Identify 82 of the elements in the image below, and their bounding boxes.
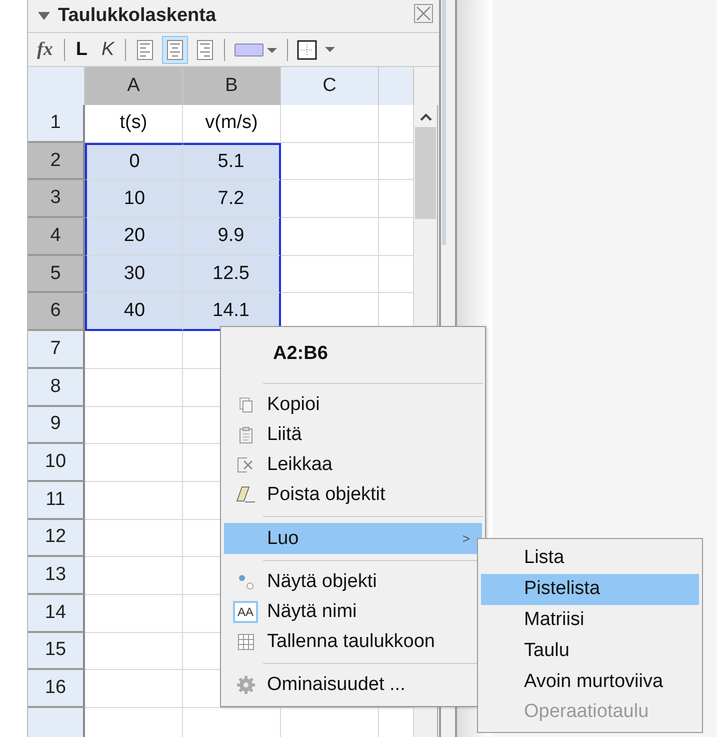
- panel-title: Taulukkolaskenta: [58, 5, 218, 27]
- table-cell[interactable]: 20: [85, 218, 183, 256]
- table-cell[interactable]: 30: [85, 256, 183, 294]
- table-cell[interactable]: 14.1: [183, 293, 281, 332]
- table-cell[interactable]: [85, 444, 183, 482]
- format-button[interactable]: fx: [32, 36, 58, 64]
- menu-item[interactable]: Avoin murtoviiva: [481, 666, 699, 697]
- format-button[interactable]: L: [70, 36, 92, 64]
- table-cell[interactable]: [85, 670, 183, 708]
- table-cell[interactable]: [379, 105, 414, 143]
- row-header[interactable]: 3: [28, 180, 85, 218]
- row-header[interactable]: 16: [28, 670, 85, 708]
- menu-item[interactable]: Liitä: [224, 420, 482, 450]
- table-cell[interactable]: [85, 632, 183, 670]
- table-cell[interactable]: 9.9: [183, 218, 281, 256]
- table-icon: [238, 634, 254, 650]
- corner-header[interactable]: [28, 67, 85, 105]
- table-cell[interactable]: v(m/s): [183, 105, 281, 143]
- table-cell[interactable]: [85, 482, 183, 520]
- menu-item[interactable]: Taulu: [481, 635, 699, 666]
- gear-icon: [236, 675, 256, 695]
- table-cell[interactable]: [379, 218, 414, 256]
- table-cell[interactable]: 40: [85, 293, 183, 332]
- table-cell[interactable]: [281, 256, 379, 294]
- menu-title: A2:B6: [272, 342, 329, 366]
- table-cell[interactable]: [281, 105, 379, 143]
- row-header[interactable]: 5: [28, 256, 85, 294]
- menu-item[interactable]: Leikkaa: [224, 450, 482, 480]
- scrollbar-thumb[interactable]: [415, 127, 436, 219]
- row-header[interactable]: 11: [28, 482, 85, 520]
- row-header[interactable]: 10: [28, 444, 85, 482]
- table-cell[interactable]: [379, 256, 414, 294]
- row-header[interactable]: 9: [28, 406, 85, 444]
- table-cell[interactable]: [85, 520, 183, 558]
- menu-item[interactable]: Matriisi: [481, 604, 699, 636]
- table-cell[interactable]: 10: [85, 180, 183, 218]
- table-cell[interactable]: 0: [85, 142, 183, 180]
- column-header[interactable]: B: [183, 67, 281, 105]
- row-header[interactable]: 14: [28, 594, 85, 633]
- column-header[interactable]: C: [281, 67, 379, 105]
- scroll-up-icon[interactable]: [420, 113, 432, 121]
- label-icon: AA: [233, 601, 258, 623]
- row-header[interactable]: 15: [28, 632, 85, 670]
- table-cell[interactable]: [281, 180, 379, 218]
- menu-item[interactable]: Luo >: [224, 523, 482, 554]
- column-header[interactable]: [379, 67, 414, 105]
- submenu-arrow: >: [462, 531, 470, 546]
- close-icon[interactable]: [414, 4, 433, 22]
- row-header[interactable]: 12: [28, 520, 85, 558]
- table-cell[interactable]: [281, 218, 379, 256]
- table-cell[interactable]: [85, 331, 183, 369]
- row-header[interactable]: 13: [28, 557, 85, 595]
- table-cell[interactable]: [85, 368, 183, 406]
- row-header[interactable]: 1: [28, 105, 85, 143]
- cut-icon: [237, 457, 254, 473]
- table-cell[interactable]: [281, 142, 379, 180]
- row-header[interactable]: 6: [28, 293, 85, 332]
- table-cell[interactable]: [379, 142, 414, 180]
- clipboard-icon: [238, 426, 252, 444]
- table-cell[interactable]: t(s): [85, 105, 183, 143]
- table-cell[interactable]: [85, 557, 183, 595]
- table-cell[interactable]: 12.5: [183, 256, 281, 294]
- row-header[interactable]: [28, 708, 85, 737]
- format-button[interactable]: K: [96, 36, 120, 64]
- collapse-triangle-icon[interactable]: [38, 12, 50, 20]
- menu-item[interactable]: Lista: [481, 543, 699, 574]
- table-cell[interactable]: [379, 180, 414, 218]
- row-header[interactable]: 4: [28, 218, 85, 256]
- table-cell[interactable]: 5.1: [183, 142, 281, 180]
- row-header[interactable]: 8: [28, 368, 85, 406]
- table-cell[interactable]: [85, 406, 183, 444]
- copy-icon: [238, 397, 252, 413]
- row-header[interactable]: 7: [28, 331, 85, 369]
- row-header[interactable]: 2: [28, 142, 85, 180]
- eraser-icon: [236, 486, 256, 504]
- menu-item[interactable]: Poista objektit: [224, 480, 482, 510]
- menu-item[interactable]: Pistelista: [481, 574, 699, 605]
- menu-item[interactable]: Kopioi: [224, 390, 482, 420]
- table-cell[interactable]: [85, 594, 183, 633]
- align-center-button[interactable]: [162, 36, 188, 64]
- table-cell[interactable]: 7.2: [183, 180, 281, 218]
- column-header[interactable]: A: [85, 67, 183, 105]
